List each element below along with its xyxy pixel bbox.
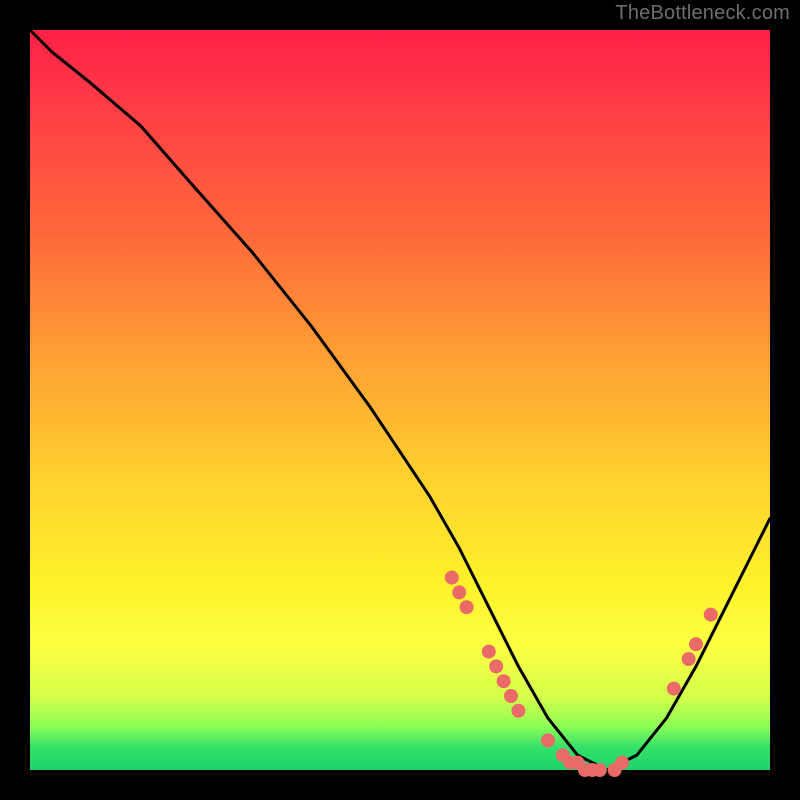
data-marker [452,585,466,599]
data-marker [615,756,629,770]
data-marker [667,682,681,696]
data-marker [689,637,703,651]
data-marker [504,689,518,703]
data-marker [482,645,496,659]
data-marker [511,704,525,718]
data-marker [489,659,503,673]
chart-frame: TheBottleneck.com [0,0,800,800]
data-marker [704,608,718,622]
plot-area [30,30,770,770]
data-marker [445,571,459,585]
watermark-text: TheBottleneck.com [615,2,790,25]
chart-svg [30,30,770,770]
data-marker [541,733,555,747]
data-marker [497,674,511,688]
data-marker [593,763,607,777]
data-marker [460,600,474,614]
data-marker [682,652,696,666]
bottleneck-curve [30,30,770,770]
